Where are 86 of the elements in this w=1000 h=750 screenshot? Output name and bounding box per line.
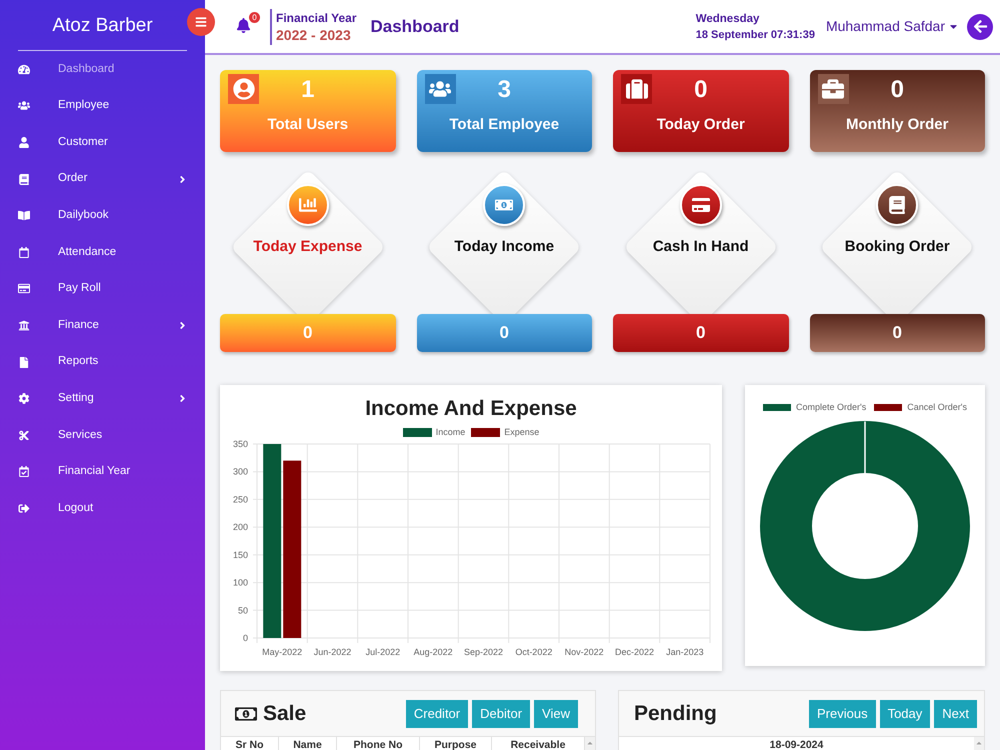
settings-icon (18, 393, 30, 404)
open-book-icon (18, 210, 30, 222)
stat-label: Total Users (267, 116, 348, 134)
scissors-icon (18, 430, 30, 441)
sidebar-item[interactable]: Order (0, 160, 205, 198)
document-icon (18, 356, 30, 368)
notification-badge: 0 (249, 12, 260, 23)
tile-value: 0 (500, 322, 509, 344)
sidebar-item[interactable]: Pay Roll (0, 270, 205, 308)
calendar-check-icon (18, 466, 30, 478)
calendar-icon (18, 246, 30, 258)
page-title: Dashboard (370, 16, 460, 38)
sidebar-item[interactable]: Customer (0, 124, 205, 161)
y-axis-label: 200 (232, 522, 248, 532)
x-axis-label: Sep-2022 (464, 647, 504, 657)
y-axis-label: 50 (238, 605, 248, 616)
chart-title: Income And Expense (365, 397, 577, 421)
logout-icon (18, 502, 30, 514)
stat-label: Monthly Order (846, 116, 948, 134)
date-time: 18 September 07:31:39 (696, 28, 815, 42)
column-header: Name (279, 737, 337, 750)
y-axis-label: 100 (232, 578, 248, 588)
sidebar-item[interactable]: Attendance (0, 234, 205, 271)
x-axis-label: Jul-2022 (366, 647, 400, 657)
column-header: Phone No (337, 737, 420, 750)
people-icon (18, 100, 30, 112)
legend-label: Complete Order's (796, 402, 866, 412)
credit-card-icon (18, 283, 30, 294)
arrow-left-icon (972, 19, 988, 34)
sidebar-item[interactable]: Financial Year (0, 454, 205, 490)
tile-value: 0 (892, 322, 902, 344)
suitcase-icon (621, 74, 652, 104)
gauge-icon (18, 64, 30, 75)
stat-label: Today Order (656, 116, 745, 134)
date-header: 18-09-2024 (768, 738, 824, 750)
legend-label: Expense (504, 427, 540, 437)
x-axis-label: Jun-2022 (314, 647, 352, 657)
stat-value: 0 (694, 76, 708, 104)
x-axis-label: Dec-2022 (614, 647, 654, 657)
sidebar-item[interactable]: Finance (0, 307, 205, 344)
x-axis-label: Nov-2022 (564, 647, 604, 657)
tile-label: Today Expense (253, 238, 362, 256)
x-axis-label: Jan-2023 (666, 647, 704, 657)
stat-value: 3 (498, 76, 511, 104)
x-axis-label: Oct-2022 (515, 647, 552, 657)
sidebar-item[interactable]: Logout (0, 490, 205, 527)
financial-year-label: Financial Year (276, 10, 356, 26)
sidebar-item[interactable]: Dashboard (0, 51, 205, 88)
y-axis-label: 0 (242, 633, 248, 643)
notification-bell-icon[interactable] (236, 18, 251, 33)
y-axis-label: 150 (232, 550, 248, 560)
panel-title: Pending (634, 700, 717, 727)
financial-year-value: 2022 - 2023 (276, 26, 352, 44)
menu-icon (195, 16, 207, 28)
sidebar-item[interactable]: Setting (0, 380, 205, 417)
panel-title: Sale (263, 700, 306, 727)
weekday: Wednesday (696, 12, 760, 26)
bank-building-icon (18, 320, 30, 331)
sidebar-item[interactable]: Reports (0, 344, 205, 380)
y-axis-label: 250 (232, 494, 248, 504)
people-icon (424, 74, 456, 104)
legend-label: Cancel Order's (907, 402, 967, 412)
person-icon (18, 136, 30, 148)
stat-value: 1 (301, 76, 314, 104)
x-axis-label: Aug-2022 (414, 647, 453, 657)
column-header: Sr No (221, 737, 279, 750)
brand-name: Atoz Barber (52, 16, 153, 34)
y-axis-label: 350 (232, 439, 248, 449)
back-button[interactable] (967, 14, 993, 40)
book-icon (18, 174, 30, 185)
tile-label: Today Income (454, 238, 554, 256)
stat-value: 0 (890, 76, 904, 104)
sidebar-item[interactable]: Employee (0, 88, 205, 124)
stat-label: Total Employee (449, 116, 560, 134)
column-header: Purpose (420, 737, 492, 750)
legend-label: Income (436, 427, 466, 437)
tile-label: Booking Order (844, 238, 950, 256)
tile-value: 0 (303, 322, 312, 344)
user-menu[interactable]: Muhammad Safdar (826, 16, 959, 37)
tile-label: Cash In Hand (652, 238, 749, 256)
sidebar-item[interactable]: Dailybook (0, 197, 205, 234)
x-axis-label: May-2022 (262, 647, 302, 657)
tile-value: 0 (696, 322, 706, 344)
sidebar-item[interactable]: Services (0, 416, 205, 454)
y-axis-label: 300 (232, 466, 248, 477)
briefcase-icon (818, 74, 848, 104)
